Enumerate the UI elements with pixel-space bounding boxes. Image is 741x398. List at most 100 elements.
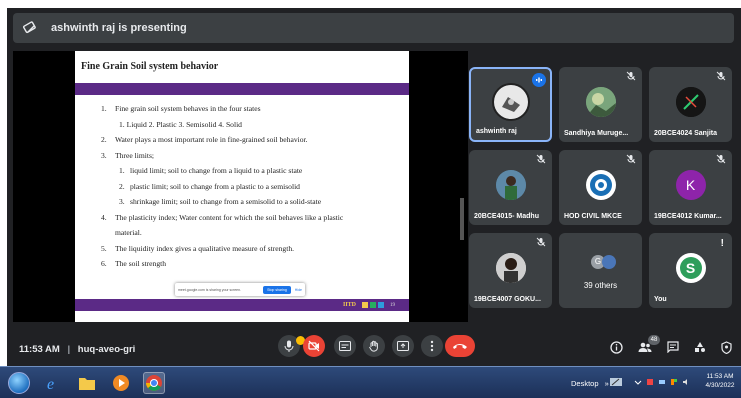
participant-tile-hod-civil[interactable]: HOD CIVIL MKCE <box>559 150 642 225</box>
slide-line: 2. Water plays a most important role in f… <box>101 135 308 144</box>
participant-name: 20BCE4015- Madhu <box>474 213 539 220</box>
speaking-indicator-icon <box>532 73 546 87</box>
internet-explorer-icon: e <box>47 376 54 392</box>
participant-name: 20BCE4024 Sanjita <box>654 130 718 137</box>
participant-name: HOD CIVIL MKCE <box>564 213 622 220</box>
folder-icon <box>79 378 95 390</box>
svg-text:e: e <box>47 376 54 392</box>
separator: | <box>67 344 71 355</box>
info-icon <box>609 340 623 354</box>
slide-line: 1. liquid limit; soil to change from a li… <box>119 166 303 175</box>
participant-tile-goku[interactable]: 19BCE4007 GOKU... <box>469 233 552 308</box>
network-icon[interactable] <box>658 378 666 386</box>
clock-time: 11:53 AM <box>706 373 734 380</box>
captions-button[interactable] <box>334 335 356 357</box>
others-count: 39 others <box>583 281 618 290</box>
meet-window: ashwinth raj is presenting Fine Grain So… <box>7 8 741 366</box>
participant-name: You <box>654 296 667 303</box>
slide-page-number: 19 <box>390 302 395 308</box>
avatar-letter: S <box>685 260 696 276</box>
present-now-button[interactable] <box>392 335 414 357</box>
others-avatars: G <box>591 255 616 269</box>
taskbar-clock[interactable]: 11:53 AM 4/30/2022 <box>701 372 739 390</box>
slide-line: material. <box>115 228 142 237</box>
chat-icon <box>667 341 679 353</box>
participant-name: Sandhiya Muruge... <box>564 130 629 137</box>
avatar: S <box>675 253 706 283</box>
start-button[interactable] <box>8 372 30 394</box>
windows-taskbar: e Desktop » 11:53 AM 4/30/2022 <box>0 366 741 398</box>
participant-tile-kumar[interactable]: K 19BCE4012 Kumar... <box>649 150 732 225</box>
participant-name: 19BCE4012 Kumar... <box>654 213 722 220</box>
slide-header-band <box>75 83 409 95</box>
slide-line: 2. plastic limit; soil to change from a p… <box>119 181 300 191</box>
raise-hand-icon <box>369 340 378 352</box>
participant-tile-ashwinth[interactable]: ashwinth raj <box>469 67 552 142</box>
slide-line: 3. Three limits; <box>101 150 155 160</box>
recording-side-widget[interactable] <box>460 198 464 240</box>
volume-icon[interactable] <box>682 378 690 386</box>
activities-button[interactable] <box>692 339 708 355</box>
slide-title: Fine Grain Soil system behavior <box>81 61 219 72</box>
avatar <box>495 170 526 200</box>
tray-flag-icon[interactable] <box>670 378 678 386</box>
slide-line: 6. The soil strength <box>101 259 167 268</box>
more-options-button[interactable] <box>421 335 443 357</box>
screen-share-notice: meet.google.com is sharing your screen. … <box>175 283 305 296</box>
participant-name: ashwinth raj <box>476 128 517 135</box>
avatar: K <box>675 170 706 200</box>
slide-line: 1. Liquid 2. Plastic 3. Semisolid 4. Sol… <box>119 119 242 129</box>
avatar <box>495 253 526 283</box>
meeting-info-button[interactable] <box>608 339 624 355</box>
pen-tablet-icon[interactable] <box>609 376 623 388</box>
tray-arrow-icon[interactable] <box>634 378 642 386</box>
mic-off-icon <box>536 237 546 247</box>
mic-off-icon <box>626 154 636 164</box>
avatar <box>491 83 530 121</box>
presentation-icon <box>21 18 41 38</box>
taskbar-media[interactable] <box>110 372 132 394</box>
camera-button[interactable] <box>303 335 325 357</box>
present-icon <box>397 341 409 351</box>
participant-tile-you[interactable]: ! S You <box>649 233 732 308</box>
participant-tile-madhu[interactable]: 20BCE4015- Madhu <box>469 150 552 225</box>
host-controls-icon <box>720 340 732 354</box>
taskbar-explorer[interactable] <box>76 372 98 394</box>
slide-line: 3. shrinkage limit; soil to change from a… <box>119 197 322 206</box>
chat-button[interactable] <box>665 339 681 355</box>
captions-icon <box>339 341 351 351</box>
participant-tile-sanjita[interactable]: 20BCE4024 Sanjita <box>649 67 732 142</box>
participant-name: 19BCE4007 GOKU... <box>474 296 541 303</box>
activities-icon <box>695 342 705 352</box>
taskbar-chrome[interactable] <box>143 372 165 394</box>
share-notice-text: meet.google.com is sharing your screen. <box>178 287 242 292</box>
more-icon <box>430 340 434 352</box>
raise-hand-button[interactable] <box>363 335 385 357</box>
meeting-time: 11:53 AM <box>19 344 60 355</box>
hide-notice-button[interactable]: Hide <box>295 288 302 292</box>
avatar <box>585 87 616 117</box>
desktop-toolbar-label[interactable]: Desktop » <box>571 379 609 388</box>
footer-square <box>370 302 376 308</box>
slide-footer-band: IITD 19 <box>75 299 409 311</box>
chrome-icon <box>146 375 162 391</box>
shared-screen: Fine Grain Soil system behavior 1. Fine g… <box>13 51 468 322</box>
mini-avatar <box>602 255 616 269</box>
meeting-code: huq-aveo-gri <box>77 344 136 355</box>
leave-call-button[interactable] <box>445 335 475 357</box>
hang-up-icon <box>453 344 467 349</box>
participant-tile-sandhiya[interactable]: Sandhiya Muruge... <box>559 67 642 142</box>
mic-icon <box>284 340 294 352</box>
avatar <box>675 87 706 117</box>
host-controls-button[interactable] <box>718 339 734 355</box>
stop-sharing-button[interactable]: Stop sharing <box>263 285 291 294</box>
participant-tile-others[interactable]: G 39 others <box>559 233 642 308</box>
presenting-label: ashwinth raj is presenting <box>51 22 187 34</box>
tray-security-icon[interactable] <box>646 378 654 386</box>
people-count-badge: 48 <box>648 335 660 345</box>
mic-off-icon <box>626 71 636 81</box>
slide-line: 4. The plasticity index; Water content fo… <box>101 212 344 222</box>
camera-off-icon <box>308 340 320 352</box>
taskbar-ie[interactable]: e <box>42 372 64 394</box>
presentation-slide: Fine Grain Soil system behavior 1. Fine g… <box>75 51 409 322</box>
